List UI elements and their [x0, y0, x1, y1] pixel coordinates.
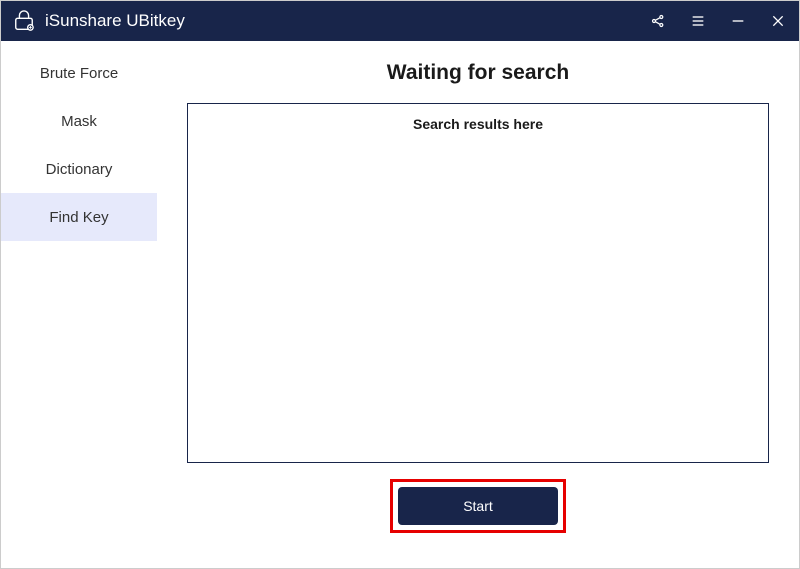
sidebar-item-label: Dictionary [46, 161, 113, 178]
sidebar-item-label: Find Key [49, 209, 108, 226]
sidebar-item-label: Brute Force [40, 65, 118, 82]
page-title: Waiting for search [187, 61, 769, 85]
sidebar-item-find-key[interactable]: Find Key [1, 193, 157, 241]
sidebar-item-brute-force[interactable]: Brute Force [1, 49, 157, 97]
sidebar-item-label: Mask [61, 113, 97, 130]
minimize-icon[interactable] [729, 12, 747, 30]
titlebar-controls [649, 12, 787, 30]
start-button-label: Start [463, 498, 493, 514]
main-panel: Waiting for search Search results here S… [157, 41, 799, 568]
results-placeholder: Search results here [200, 116, 756, 132]
start-button[interactable]: Start [398, 487, 558, 525]
sidebar: Brute Force Mask Dictionary Find Key [1, 41, 157, 568]
sidebar-item-dictionary[interactable]: Dictionary [1, 145, 157, 193]
close-icon[interactable] [769, 12, 787, 30]
app-title: iSunshare UBitkey [45, 11, 185, 31]
body-area: Brute Force Mask Dictionary Find Key Wai… [1, 41, 799, 568]
app-logo-icon [13, 10, 35, 32]
menu-icon[interactable] [689, 12, 707, 30]
sidebar-item-mask[interactable]: Mask [1, 97, 157, 145]
titlebar-left: iSunshare UBitkey [13, 10, 185, 32]
share-icon[interactable] [649, 12, 667, 30]
titlebar: iSunshare UBitkey [1, 1, 799, 41]
start-button-wrap: Start [187, 479, 769, 533]
search-results-box: Search results here [187, 103, 769, 463]
start-button-highlight: Start [390, 479, 566, 533]
